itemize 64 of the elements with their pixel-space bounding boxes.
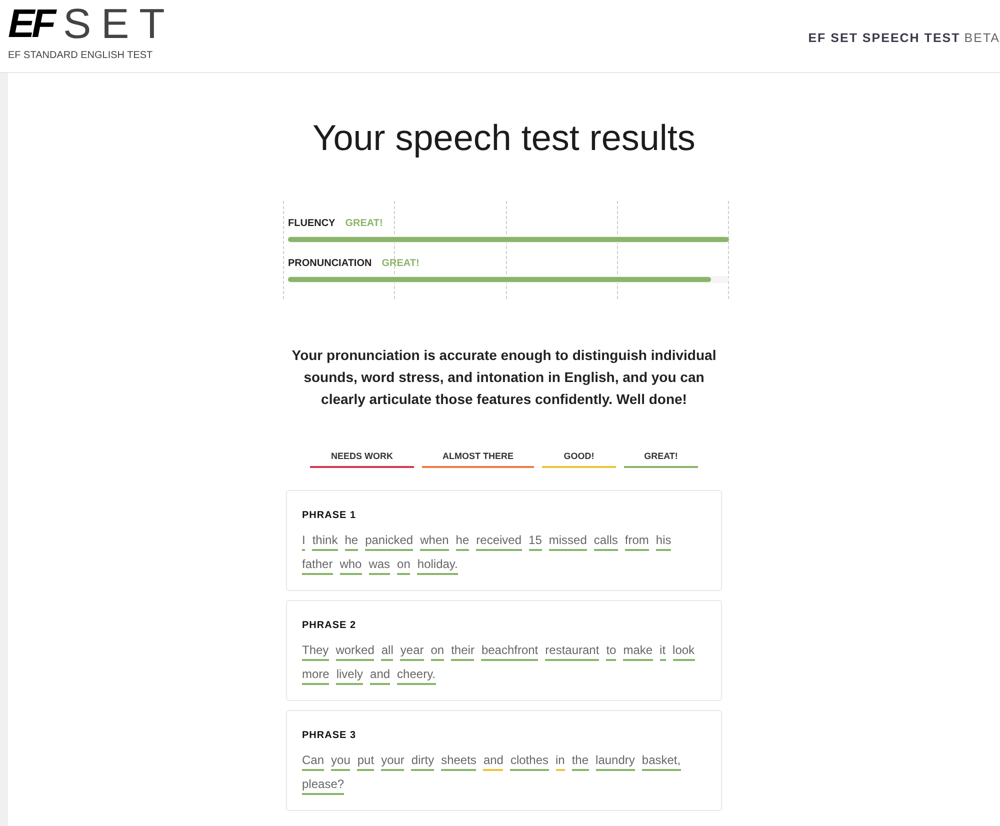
phrase-word: their [451, 640, 474, 660]
phrase-word: dirty [411, 750, 434, 770]
legend-item: NEEDS WORK [310, 450, 414, 468]
phrase-word: who [340, 554, 362, 574]
phrase-word: your [381, 750, 404, 770]
phrase-title: PHRASE 2 [302, 618, 358, 632]
phrase-word: They [302, 640, 329, 660]
phrase-word: to [606, 640, 616, 660]
phrase-word: when [420, 530, 449, 550]
phrase-word: worked [336, 640, 374, 660]
phrase-word: more [302, 664, 330, 684]
phrase-word: his [656, 530, 672, 550]
phrase-word: all [381, 640, 394, 660]
phrase-word: missed [548, 530, 587, 550]
logo-word: SET [63, 6, 175, 42]
score-label: PRONUNCIATION [288, 256, 372, 270]
phrase-word: you [331, 750, 350, 770]
phrase-word: he [456, 530, 470, 550]
phrase-word: laundry [596, 750, 635, 770]
legend-item: GOOD! [542, 450, 616, 468]
phrase-word: think [312, 530, 338, 550]
phrase-word: calls [594, 530, 618, 550]
phrase-title: PHRASE 1 [302, 508, 358, 522]
phrase-title: PHRASE 3 [302, 728, 358, 742]
phrase-word: Can [302, 750, 324, 770]
phrase-word: on [397, 554, 410, 574]
phrase-word: received [476, 530, 522, 550]
phrase-word: I [302, 530, 306, 550]
product-name: EF SET SPEECH TEST [808, 30, 960, 47]
phrase-word: it [660, 640, 666, 660]
phrase-word: beachfront [481, 640, 538, 660]
phrase-word: the [572, 750, 589, 770]
phrase-word: holiday. [417, 554, 458, 574]
phrase-word: and [483, 750, 504, 770]
phrase-word: make [623, 640, 653, 660]
legend-item: ALMOST THERE [422, 450, 534, 468]
phrase-word: clothes [510, 750, 548, 770]
phrase-word: lively [336, 664, 364, 684]
phrase-word: on [430, 640, 444, 660]
phrase-word: in [556, 750, 565, 770]
phrase-word: and [370, 664, 390, 684]
phrase-word: basket, [642, 750, 681, 770]
logo-mark: EF [8, 6, 54, 42]
phrase-word: year [400, 640, 424, 660]
phrase-word: please? [302, 774, 344, 794]
phrase-word: panicked [365, 530, 414, 550]
phrase-word: restaurant [545, 640, 600, 660]
phrase-word: he [344, 530, 358, 550]
summary-text: Your pronunciation is accurate enough to distinguish individual sounds, word stress, and intonation in English, and you can clearly articulate those features confidently. Well done! [290, 346, 718, 409]
phrase-word: from [624, 530, 649, 550]
score-label: FLUENCY [288, 216, 336, 230]
beta-label: BETA [964, 30, 1000, 47]
phrase-word: 15 [528, 530, 542, 550]
legend-item: GREAT! [624, 450, 698, 468]
page-title: Your speech test results [312, 116, 696, 160]
score-rating: GREAT! [345, 216, 383, 230]
phrase-word: put [357, 750, 374, 770]
phrase-word: sheets [441, 750, 476, 770]
score-rating: GREAT! [382, 256, 420, 270]
phrase-word: father [302, 554, 333, 574]
logo-tagline: EF STANDARD ENGLISH TEST [8, 49, 154, 63]
phrase-word: cheery. [397, 664, 436, 684]
phrase-word: was [368, 554, 390, 574]
phrase-word: look [672, 640, 695, 660]
